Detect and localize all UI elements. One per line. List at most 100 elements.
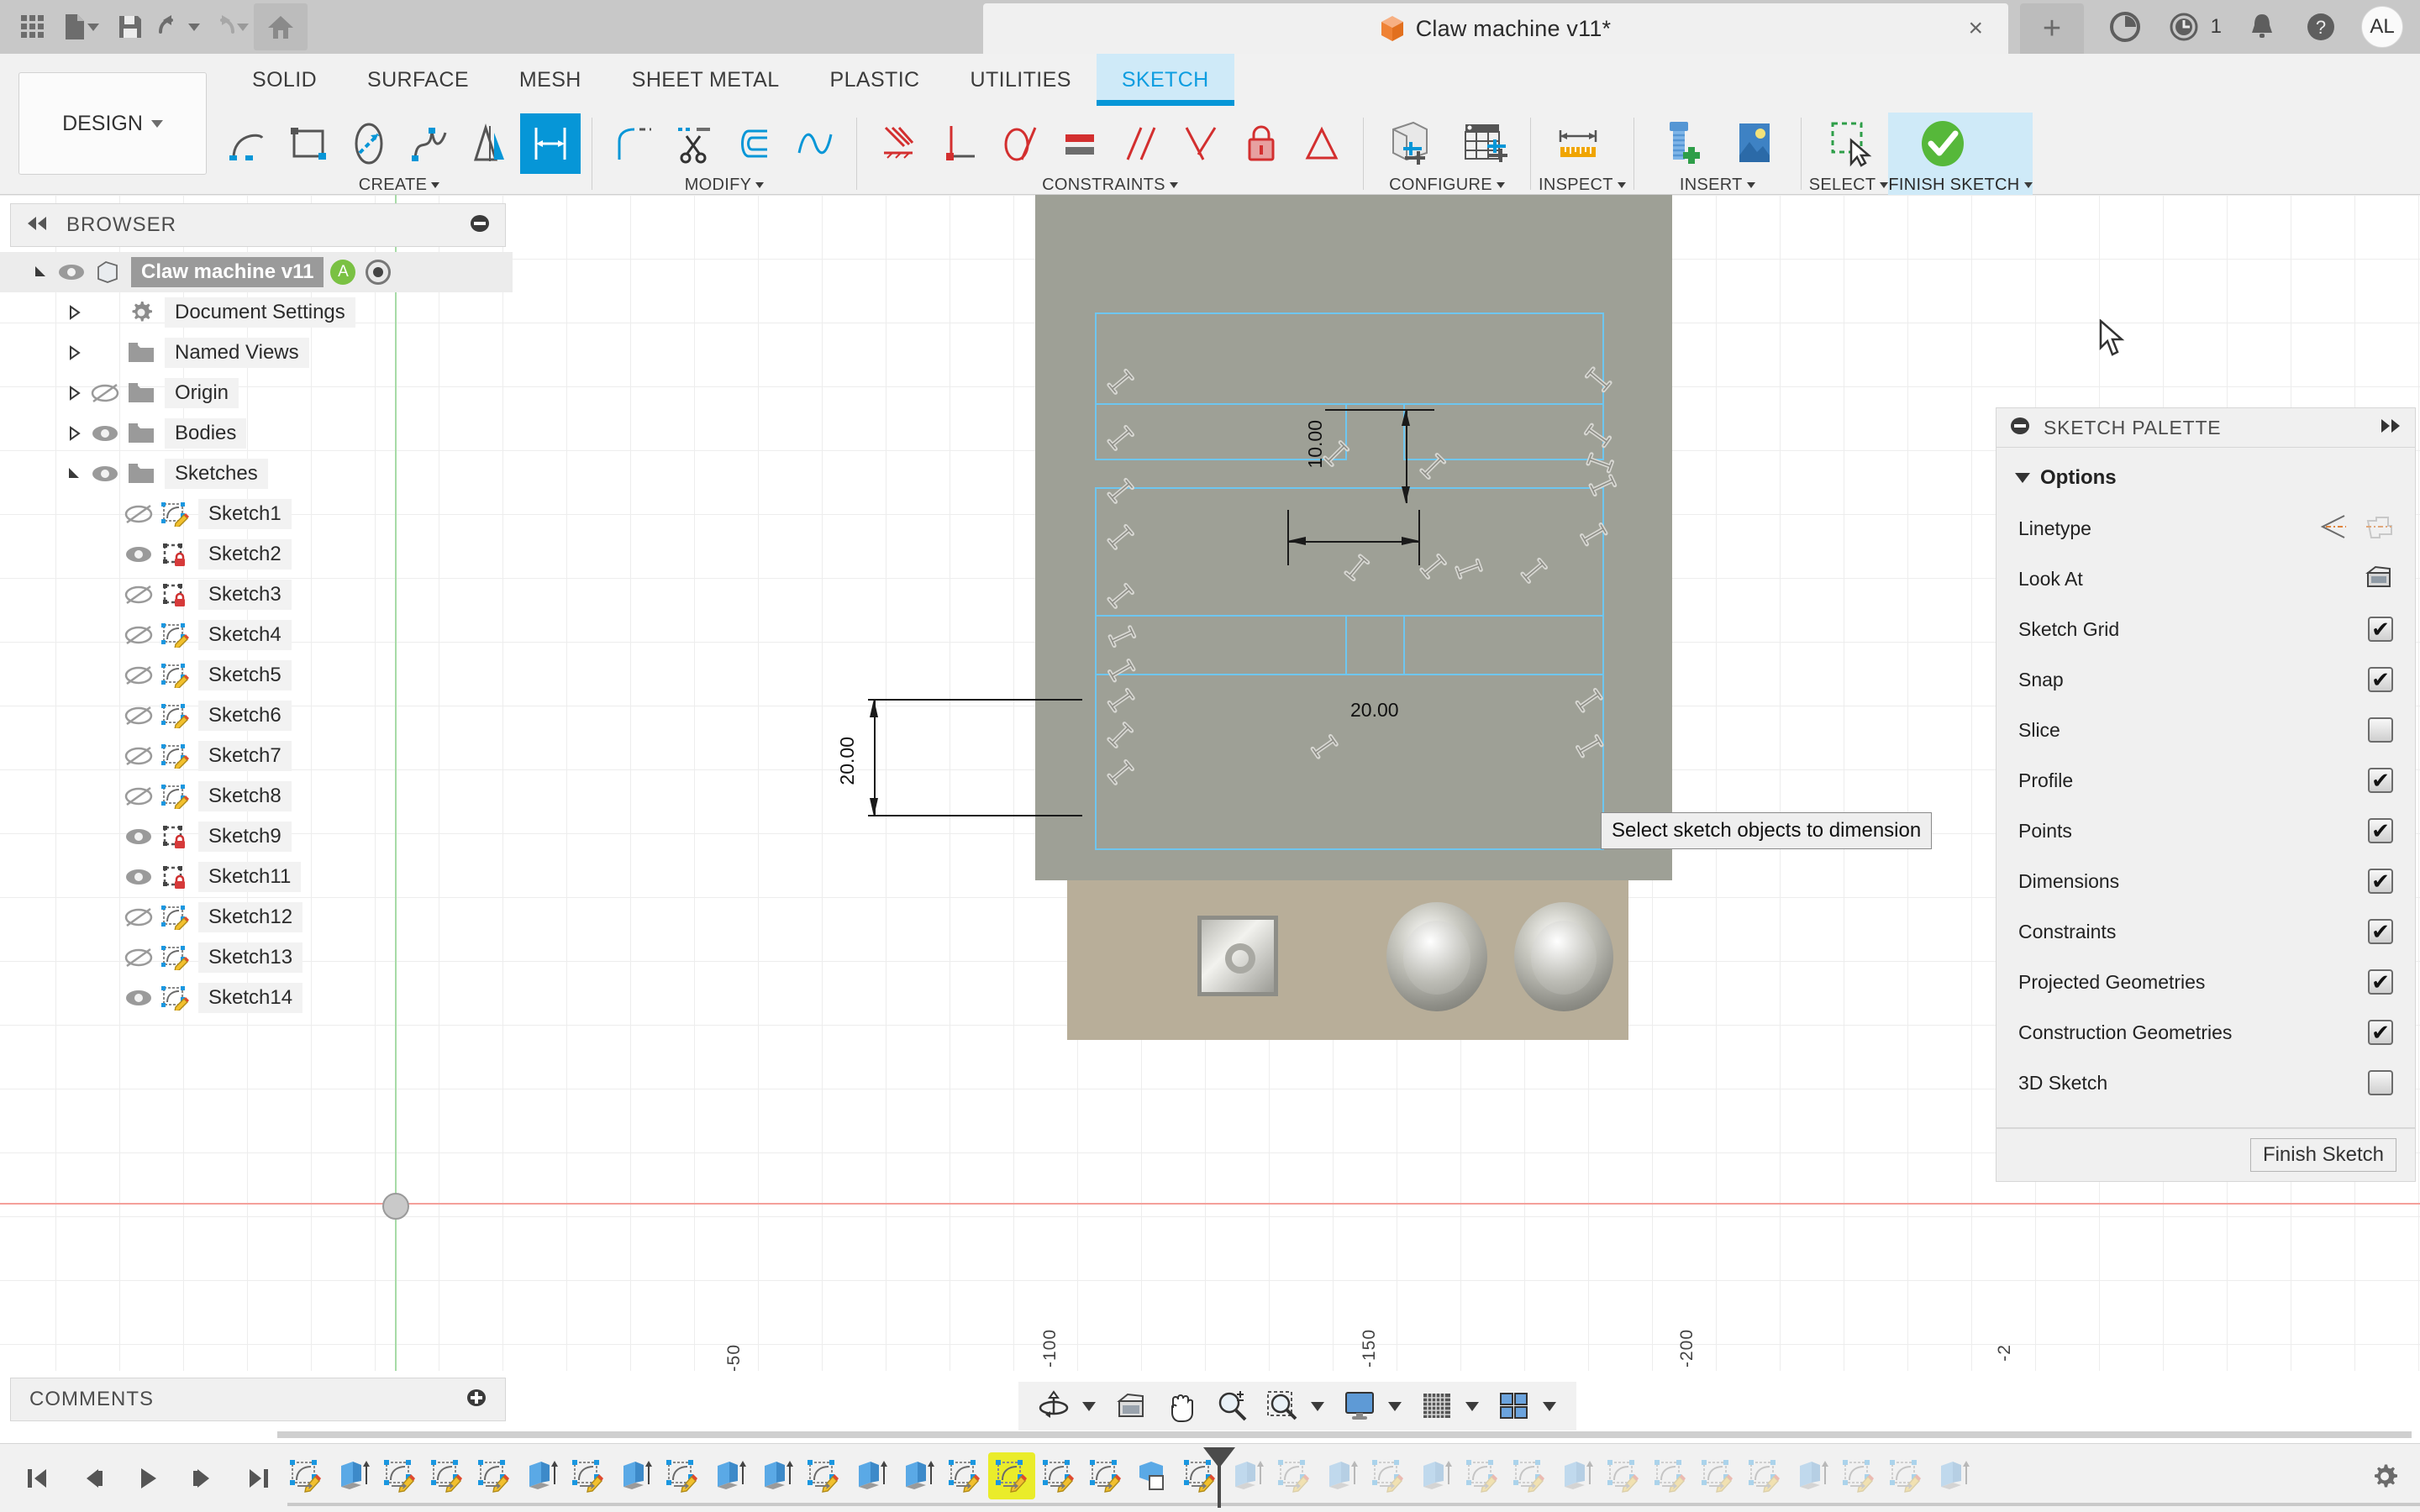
ellipse-tool[interactable] (339, 113, 399, 174)
palette-option-look-at[interactable]: Look At (1996, 554, 2415, 604)
visibility-icon[interactable] (119, 938, 158, 977)
help-icon[interactable]: ? (2302, 8, 2339, 45)
timeline-feature-sketch[interactable] (1365, 1452, 1412, 1499)
browser-node-sketch14[interactable]: Sketch14 (0, 978, 513, 1018)
timeline-step-forward-icon[interactable] (180, 1455, 227, 1502)
expand-arrow-icon[interactable] (64, 423, 86, 444)
job-status-icon[interactable] (2165, 8, 2202, 45)
tab-plastic[interactable]: PLASTIC (805, 54, 945, 106)
palette-option-3d-sketch[interactable]: 3D Sketch (1996, 1058, 2415, 1108)
visibility-icon[interactable] (119, 777, 158, 816)
browser-node-sketch4[interactable]: Sketch4 (0, 615, 513, 655)
panel-label-insert[interactable]: INSERT (1642, 175, 1793, 195)
offset-tool[interactable] (724, 113, 785, 174)
new-tab-button[interactable]: + (2020, 3, 2084, 54)
panel-label-modify[interactable]: MODIFY (600, 175, 849, 195)
visibility-icon[interactable] (119, 858, 158, 896)
horizontal-scrollbar[interactable] (277, 1431, 2412, 1438)
chevron-down-icon[interactable] (1465, 1401, 1479, 1411)
projected-geometry-rect[interactable] (1095, 674, 1604, 850)
palette-option-snap[interactable]: Snap (1996, 654, 2415, 705)
expand-arrow-icon[interactable] (64, 302, 86, 323)
browser-node-sketch7[interactable]: Sketch7 (0, 736, 513, 776)
visibility-icon[interactable] (119, 656, 158, 695)
checkbox[interactable] (2368, 768, 2393, 793)
coincident-constraint[interactable] (868, 113, 929, 174)
chevron-down-icon[interactable] (1311, 1401, 1324, 1411)
options-section-header[interactable]: Options (1996, 448, 2415, 503)
timeline-feature-sketch[interactable] (1647, 1452, 1694, 1499)
palette-option-sketch-grid[interactable]: Sketch Grid (1996, 604, 2415, 654)
timeline-feature-sketch[interactable] (1835, 1452, 1882, 1499)
projected-geometry-rect[interactable] (1095, 312, 1604, 405)
symmetry-constraint[interactable] (1171, 113, 1231, 174)
zoom-icon[interactable] (1208, 1385, 1255, 1427)
timeline-play-icon[interactable] (124, 1455, 171, 1502)
browser-node-sketch6[interactable]: Sketch6 (0, 696, 513, 736)
timeline-feature-sketch[interactable] (424, 1452, 471, 1499)
model-body-base[interactable] (1067, 880, 1628, 1040)
pan-icon[interactable] (1158, 1385, 1205, 1427)
timeline-feature-sketch[interactable] (1082, 1452, 1129, 1499)
expand-arrow-icon[interactable] (64, 463, 86, 485)
chevron-down-icon[interactable] (1543, 1401, 1556, 1411)
select-window-icon[interactable] (1812, 113, 1885, 174)
configure-model-icon[interactable] (1375, 113, 1447, 174)
collapse-icon[interactable] (26, 216, 48, 235)
tangent-constraint[interactable] (989, 113, 1050, 174)
timeline-feature-extrude[interactable] (1788, 1452, 1835, 1499)
panel-label-constraints[interactable]: CONSTRAINTS (865, 175, 1355, 195)
projected-geometry-rect[interactable] (1403, 615, 1604, 675)
visibility-icon[interactable] (119, 495, 158, 533)
browser-node-named-views[interactable]: Named Views (0, 333, 513, 373)
panel-label-select[interactable]: SELECT (1809, 175, 1889, 195)
construction-linetype-icon[interactable] (2319, 514, 2348, 543)
save-icon[interactable] (108, 3, 153, 50)
document-tab[interactable]: Claw machine v11* × (983, 3, 2008, 54)
expand-arrow-icon[interactable] (30, 261, 52, 283)
checkbox[interactable] (2368, 818, 2393, 843)
tab-sketch[interactable]: SKETCH (1096, 54, 1234, 106)
tab-solid[interactable]: SOLID (227, 54, 342, 106)
parallel-constraint[interactable] (1110, 113, 1171, 174)
checkbox[interactable] (2368, 717, 2393, 743)
browser-node-sketch13[interactable]: Sketch13 (0, 937, 513, 978)
insert-canvas-icon[interactable] (1718, 113, 1790, 174)
expand-arrow-icon[interactable] (64, 382, 86, 404)
browser-node-sketch11[interactable]: Sketch11 (0, 857, 513, 897)
timeline-feature-sketch[interactable] (988, 1452, 1035, 1499)
timeline-feature-sketch[interactable] (565, 1452, 612, 1499)
timeline-feature-combine[interactable] (1129, 1452, 1176, 1499)
browser-node-sketch9[interactable]: Sketch9 (0, 816, 513, 857)
mirror-tool[interactable] (460, 113, 520, 174)
palette-option-profile[interactable]: Profile (1996, 755, 2415, 806)
redo-icon[interactable] (205, 3, 250, 50)
timeline-feature-sketch[interactable] (1506, 1452, 1553, 1499)
browser-node-sketch12[interactable]: Sketch12 (0, 897, 513, 937)
checkbox[interactable] (2368, 1020, 2393, 1045)
browser-node-document-settings[interactable]: Document Settings (0, 292, 513, 333)
browser-node-bodies[interactable]: Bodies (0, 413, 513, 454)
browser-node-sketch5[interactable]: Sketch5 (0, 655, 513, 696)
checkbox[interactable] (2368, 617, 2393, 642)
timeline-feature-sketch[interactable] (1694, 1452, 1741, 1499)
checkbox[interactable] (2368, 667, 2393, 692)
checkbox[interactable] (2368, 919, 2393, 944)
tab-sheet-metal[interactable]: SHEET METAL (607, 54, 805, 106)
timeline-playhead[interactable] (1202, 1446, 1237, 1509)
origin-point[interactable] (382, 1193, 409, 1220)
timeline-go-end-icon[interactable] (235, 1455, 282, 1502)
visibility-icon[interactable] (119, 696, 158, 735)
timeline-feature-sketch[interactable] (1270, 1452, 1318, 1499)
add-comment-icon[interactable] (466, 1388, 487, 1412)
timeline-feature-extrude[interactable] (1553, 1452, 1600, 1499)
browser-node-sketch3[interactable]: Sketch3 (0, 575, 513, 615)
look-at-icon[interactable] (2365, 564, 2393, 594)
panel-label-configure[interactable]: CONFIGURE (1371, 175, 1523, 195)
expand-right-icon[interactable] (2380, 418, 2402, 438)
palette-option-constraints[interactable]: Constraints (1996, 906, 2415, 957)
finish-sketch-button[interactable]: Finish Sketch (2249, 1138, 2396, 1172)
timeline-track[interactable] (282, 1444, 2420, 1512)
activate-component-radio[interactable] (366, 260, 392, 285)
palette-option-linetype[interactable]: Linetype (1996, 503, 2415, 554)
